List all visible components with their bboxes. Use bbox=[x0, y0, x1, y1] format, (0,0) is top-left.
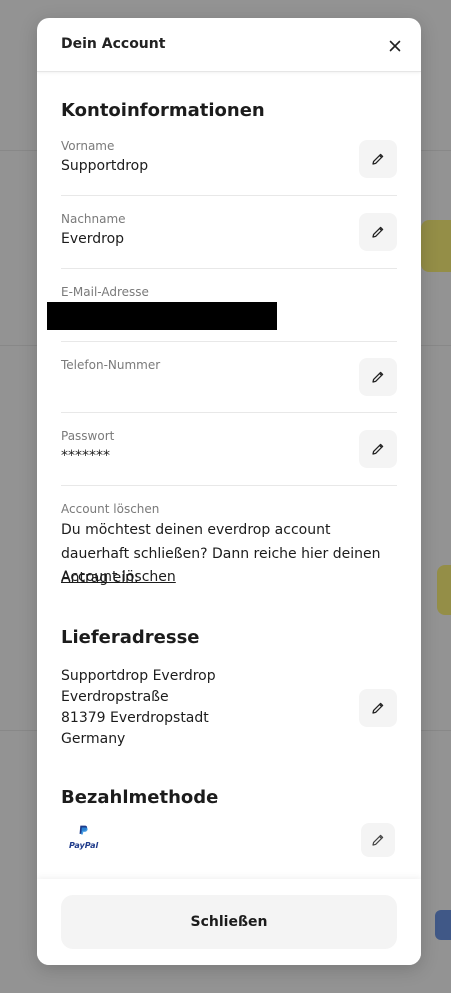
close-button[interactable]: Schließen bbox=[61, 895, 397, 949]
address-line: Germany bbox=[61, 731, 126, 747]
pencil-icon bbox=[372, 153, 384, 165]
address-line: Supportdrop Everdrop bbox=[61, 668, 216, 684]
nachname-label: Nachname bbox=[61, 212, 126, 226]
divider bbox=[61, 268, 397, 269]
address-line: Everdropstraße bbox=[61, 689, 169, 705]
edit-telefon-button[interactable] bbox=[359, 358, 397, 396]
edit-lieferadresse-button[interactable] bbox=[359, 689, 397, 727]
pencil-icon bbox=[372, 702, 384, 714]
edit-vorname-button[interactable] bbox=[359, 140, 397, 178]
telefon-label: Telefon-Nummer bbox=[61, 358, 161, 372]
modal-footer: Schließen bbox=[37, 879, 421, 965]
nachname-value: Everdrop bbox=[61, 231, 125, 247]
divider bbox=[61, 485, 397, 486]
divider bbox=[61, 341, 397, 342]
edit-nachname-button[interactable] bbox=[359, 213, 397, 251]
pencil-icon bbox=[372, 443, 384, 455]
pencil-icon bbox=[372, 371, 384, 383]
vorname-value: Supportdrop bbox=[61, 158, 149, 174]
close-icon[interactable] bbox=[387, 38, 403, 54]
section-title-bezahlmethode: Bezahlmethode bbox=[61, 787, 219, 808]
section-title-lieferadresse: Lieferadresse bbox=[61, 627, 200, 648]
account-modal: Dein Account Kontoinformationen Vorname … bbox=[37, 18, 421, 965]
divider bbox=[61, 195, 397, 196]
email-label: E-Mail-Adresse bbox=[61, 285, 149, 299]
divider bbox=[61, 412, 397, 413]
pencil-icon bbox=[372, 834, 384, 846]
section-title-kontoinformationen: Kontoinformationen bbox=[61, 100, 265, 121]
vorname-label: Vorname bbox=[61, 139, 115, 153]
account-loeschen-link[interactable]: Account löschen bbox=[61, 569, 176, 585]
modal-title: Dein Account bbox=[61, 36, 166, 52]
paypal-label: PayPal bbox=[69, 841, 99, 850]
edit-bezahlmethode-button[interactable] bbox=[361, 823, 395, 857]
passwort-label: Passwort bbox=[61, 429, 115, 443]
pencil-icon bbox=[372, 226, 384, 238]
account-loeschen-label: Account löschen bbox=[61, 502, 160, 516]
passwort-value: ******* bbox=[61, 448, 110, 464]
edit-passwort-button[interactable] bbox=[359, 430, 397, 468]
modal-header: Dein Account bbox=[37, 18, 421, 72]
address-line: 81379 Everdropstadt bbox=[61, 710, 209, 726]
email-value-redacted bbox=[47, 302, 277, 330]
